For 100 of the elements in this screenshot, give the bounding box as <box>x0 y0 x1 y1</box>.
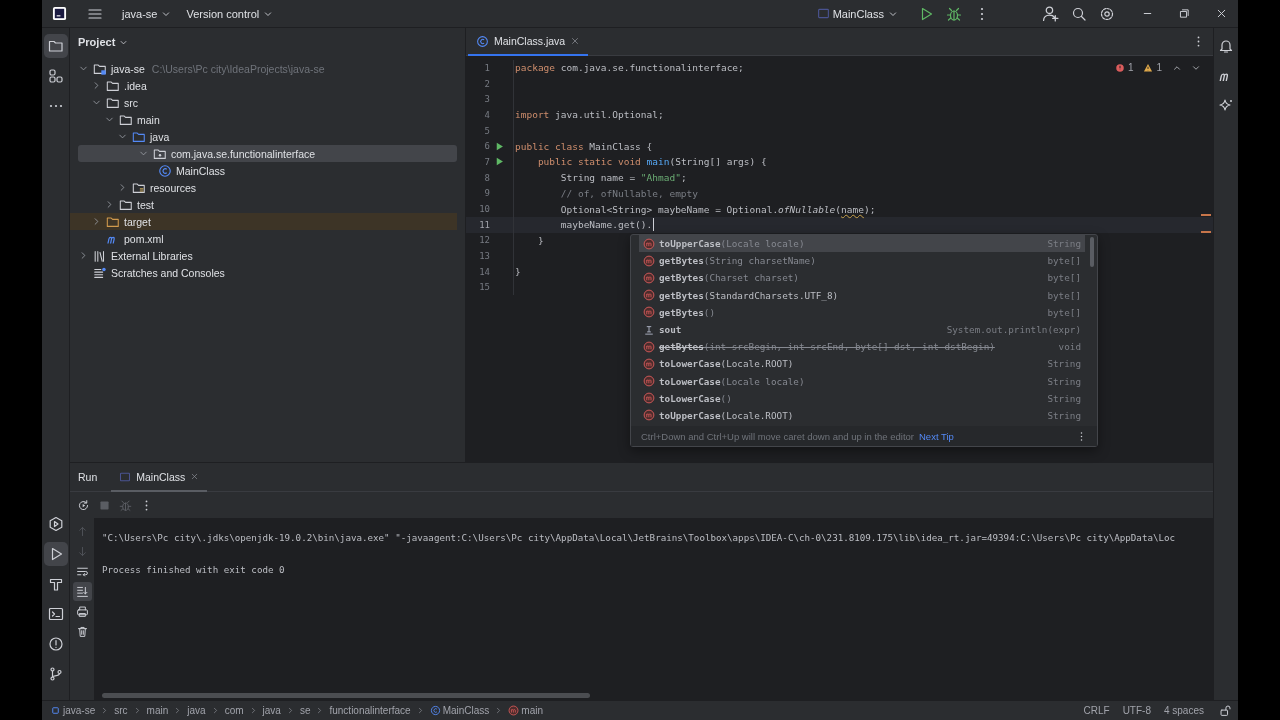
breadcrumb[interactable]: main <box>146 705 169 716</box>
breadcrumb[interactable]: java-se <box>50 705 96 716</box>
wrap-icon[interactable] <box>75 565 89 578</box>
line-number: 14 <box>478 266 490 277</box>
code-line: public static void main(String[] args) { <box>536 156 767 168</box>
folder-icon[interactable] <box>47 38 64 54</box>
breadcrumb[interactable]: main <box>508 705 543 716</box>
status-item[interactable]: UTF-8 <box>1122 705 1151 716</box>
run-tab[interactable]: MainClass <box>111 463 208 492</box>
run-config-dropdown[interactable]: MainClass <box>811 4 904 23</box>
scroll-to-end-icon[interactable] <box>75 585 89 598</box>
print-icon[interactable] <box>75 605 89 618</box>
problems-icon[interactable] <box>47 636 64 652</box>
error-count: 1 <box>1127 62 1134 73</box>
line-number: 2 <box>483 78 490 89</box>
tree-item[interactable]: pom.xml <box>70 230 457 247</box>
method-icon <box>508 705 520 716</box>
text-caret <box>653 218 655 232</box>
code-line: Optional<String> maybeName = Optional.ofNullable(name); <box>559 203 876 215</box>
hammer-icon[interactable] <box>47 576 64 592</box>
scrollbar[interactable] <box>102 693 590 698</box>
terminal-icon[interactable] <box>47 606 64 622</box>
class-icon <box>429 705 441 716</box>
lock-icon[interactable] <box>1219 704 1232 717</box>
module-icon <box>50 705 61 716</box>
code-line: public class MainClass { <box>515 140 653 152</box>
method-icon <box>643 357 655 370</box>
bell-icon[interactable] <box>1218 38 1234 54</box>
breadcrumb[interactable]: se <box>299 705 311 716</box>
tree-item[interactable]: Scratches and Consoles <box>70 264 457 281</box>
settings-icon[interactable] <box>1099 5 1115 22</box>
line-number: 9 <box>483 188 490 199</box>
breadcrumb[interactable]: MainClass <box>429 705 490 716</box>
completion-item[interactable]: getBytes(Charset charset) byte[] <box>639 269 1085 287</box>
code-line: import java.util.Optional; <box>515 109 664 121</box>
method-icon <box>643 271 655 284</box>
restore-icon[interactable] <box>1178 7 1191 20</box>
tree-item[interactable]: resources <box>70 179 457 196</box>
debug-icon[interactable] <box>946 5 962 22</box>
completion-item[interactable]: getBytes(int srcBegin, int srcEnd, byte[] dst, int dstBegin) void <box>639 338 1085 356</box>
tree-item[interactable]: MainClass <box>70 162 457 179</box>
tree-item[interactable]: java-se C:\Users\Pc city\IdeaProjects\java-se <box>70 60 457 77</box>
breadcrumb[interactable]: java <box>262 705 281 716</box>
breadcrumb[interactable]: com <box>224 705 244 716</box>
completion-item[interactable]: getBytes(String charsetName) byte[] <box>639 252 1085 270</box>
class-icon <box>158 163 172 178</box>
project-title[interactable]: Project <box>78 36 130 48</box>
line-number: 11 <box>478 219 490 230</box>
class-icon <box>476 34 489 48</box>
search-icon[interactable] <box>1071 5 1087 22</box>
panel-title: Run <box>78 470 98 485</box>
next-tip-link[interactable]: Next Tip <box>919 430 954 442</box>
chevron-right-icon[interactable] <box>78 250 89 261</box>
tree-item[interactable]: test <box>70 196 457 213</box>
tree-item[interactable]: com.java.se.functionalinterface <box>78 145 457 162</box>
line-number: 6 <box>483 141 490 152</box>
breadcrumb[interactable]: src <box>114 705 128 716</box>
editor-tab[interactable]: MainClass.java <box>468 28 589 56</box>
add-user-icon[interactable] <box>1042 5 1059 22</box>
tree-item[interactable]: src <box>70 94 457 111</box>
git-branch-icon[interactable] <box>47 666 64 682</box>
completion-item[interactable]: toUpperCase(Locale.ROOT) String <box>639 406 1085 425</box>
services-icon[interactable] <box>47 516 64 532</box>
rerun-icon[interactable] <box>77 498 90 512</box>
error-stripe-mark <box>1201 231 1211 233</box>
line-number: 8 <box>483 172 490 183</box>
tip-text: Ctrl+Down and Ctrl+Up will move caret down and up in the editor <box>641 430 914 442</box>
tree-item[interactable]: main <box>70 111 457 128</box>
warning-count: 1 <box>1156 62 1162 73</box>
structure-icon[interactable] <box>47 68 64 84</box>
error-icon <box>1114 62 1125 73</box>
project-dropdown[interactable]: java-se <box>117 4 178 23</box>
completion-item[interactable]: toLowerCase(Locale.ROOT) String <box>639 355 1085 373</box>
tree-item[interactable]: java <box>70 128 457 145</box>
scrollbar[interactable] <box>1090 237 1094 267</box>
tree-item[interactable]: .idea <box>70 77 457 94</box>
status-item[interactable]: 4 spaces <box>1163 705 1204 716</box>
tree-item[interactable]: External Libraries <box>70 247 457 264</box>
vcs-dropdown[interactable]: Version control <box>181 4 280 23</box>
code-line: // of, ofNullable, empty <box>559 187 699 199</box>
close-icon[interactable] <box>1215 7 1228 20</box>
run-config-icon <box>816 7 830 20</box>
completion-item[interactable]: getBytes() byte[] <box>639 303 1085 321</box>
completion-item[interactable]: getBytes(StandardCharsets.UTF_8) byte[] <box>639 286 1085 304</box>
breadcrumb[interactable]: java <box>187 705 206 716</box>
libraries-icon <box>93 248 107 263</box>
completion-item[interactable]: toLowerCase(Locale locale) String <box>639 372 1085 390</box>
completion-item[interactable]: toLowerCase() String <box>639 389 1085 407</box>
trash-icon[interactable] <box>75 625 89 638</box>
line-number: 5 <box>483 125 490 136</box>
tree-item[interactable]: target <box>70 213 457 230</box>
line-number: 12 <box>478 235 490 246</box>
line-number: 3 <box>483 94 490 105</box>
status-item[interactable]: CRLF <box>1083 705 1110 716</box>
line-number: 1 <box>483 62 490 73</box>
breadcrumb[interactable]: functionalinterface <box>329 705 411 716</box>
scratches-icon <box>93 265 107 280</box>
method-icon <box>643 375 655 388</box>
completion-item[interactable]: sout System.out.println(expr) <box>639 320 1085 339</box>
method-icon <box>643 392 655 405</box>
